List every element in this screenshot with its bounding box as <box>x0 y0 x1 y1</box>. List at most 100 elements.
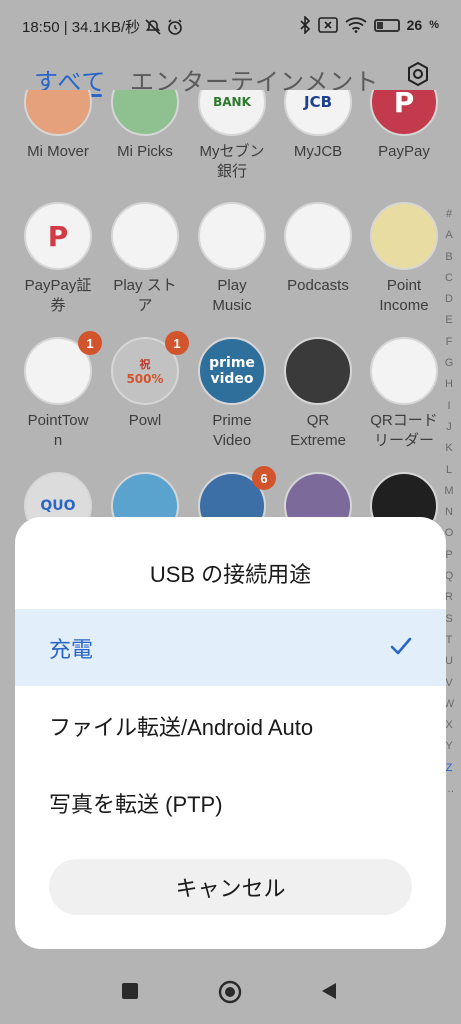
app-icon: JCB <box>284 90 352 136</box>
app-label: Play スト ア <box>113 277 177 314</box>
status-right: 26% <box>299 16 439 34</box>
app-label: Powl <box>128 412 162 429</box>
app-icon <box>370 472 438 520</box>
icon-text: P <box>393 90 415 119</box>
app-item[interactable] <box>101 472 189 520</box>
app-item[interactable]: Mi Picks <box>101 90 189 162</box>
app-item[interactable]: Point Income <box>360 202 440 316</box>
app-icon <box>111 202 179 270</box>
index-letter[interactable]: K <box>440 438 458 459</box>
cancel-button[interactable]: キャンセル <box>49 859 412 915</box>
home-button-icon[interactable] <box>218 980 242 1004</box>
recents-button-icon[interactable] <box>121 982 139 1000</box>
index-letter[interactable]: F <box>440 332 458 353</box>
battery-icon <box>373 18 400 32</box>
dialog-title: USB の接続用途 <box>149 562 312 587</box>
app-icon <box>111 90 179 136</box>
app-item[interactable]: JCB MyJCB <box>274 90 362 162</box>
app-label: MyJCB <box>293 143 343 160</box>
app-grid: Mi Mover Mi Picks BANK Myセブン 銀行 JCB MyJCB P Pay… <box>0 90 440 520</box>
app-label: Myセブン 銀行 <box>199 143 265 180</box>
app-label: QR Extreme <box>290 412 346 449</box>
app-icon: BANK <box>198 90 266 136</box>
app-icon: P <box>24 202 92 270</box>
app-label: PointTow n <box>27 412 89 449</box>
app-icon <box>198 202 266 270</box>
option-file-transfer[interactable]: ファイル転送/Android Auto <box>15 687 446 764</box>
settings-icon[interactable] <box>404 60 432 88</box>
icon-text: video <box>210 371 254 387</box>
index-letter[interactable]: C <box>440 268 458 289</box>
app-icon <box>284 202 352 270</box>
app-label: Prime Video <box>212 412 252 449</box>
app-item[interactable]: Play スト ア <box>101 202 189 316</box>
app-item[interactable]: BANK Myセブン 銀行 <box>188 90 276 182</box>
icon-text: QUO <box>40 498 76 514</box>
index-letter[interactable]: A <box>440 225 458 246</box>
sim-off-icon <box>317 17 338 33</box>
app-icon <box>284 472 352 520</box>
index-letter[interactable]: M <box>440 481 458 502</box>
app-item[interactable]: PointTow n 1 <box>14 331 102 451</box>
app-item[interactable]: P PayPay証 券 <box>14 202 102 316</box>
app-item[interactable] <box>360 472 440 520</box>
app-label: PayPay証 券 <box>24 277 92 314</box>
option-charge-label: 充電 <box>49 636 94 662</box>
percent-sign: % <box>429 19 439 31</box>
notification-badge: 1 <box>78 331 102 355</box>
app-item[interactable]: QUO <box>14 472 102 520</box>
app-icon <box>24 90 92 136</box>
bluetooth-icon <box>300 16 310 34</box>
status-left: 18:50 | 34.1KB/秒 <box>22 16 184 37</box>
status-bar: 18:50 | 34.1KB/秒 26% <box>0 0 461 52</box>
app-icon: P <box>370 90 438 136</box>
app-label: Mi Mover <box>27 143 89 160</box>
app-item[interactable]: QR Extreme <box>274 337 362 451</box>
app-icon: prime video <box>198 337 266 405</box>
notification-badge: 1 <box>165 331 189 355</box>
app-item[interactable]: Podcasts <box>274 202 362 296</box>
app-label: PayPay <box>378 143 430 160</box>
option-photo-transfer[interactable]: 写真を転送 (PTP) <box>15 764 446 841</box>
app-item[interactable]: Mi Mover <box>14 90 102 162</box>
index-letter[interactable]: I <box>440 396 458 417</box>
app-item[interactable] <box>274 472 362 520</box>
app-item[interactable]: Play Music <box>188 202 276 316</box>
index-letter[interactable]: # <box>440 204 458 225</box>
back-button-icon[interactable] <box>320 982 338 1000</box>
index-letter[interactable]: G <box>440 353 458 374</box>
option-charge[interactable]: 充電 <box>15 609 446 686</box>
app-item[interactable]: P PayPay <box>360 90 440 162</box>
app-item[interactable]: 6 <box>188 466 276 520</box>
usb-mode-dialog: USB の接続用途 充電 ファイル転送/Android Auto 写真を転送 (… <box>15 517 446 949</box>
icon-text: prime <box>209 355 255 371</box>
icon-text: 500% <box>126 372 164 386</box>
app-icon <box>111 472 179 520</box>
index-letter[interactable]: N <box>440 502 458 523</box>
notification-badge: 6 <box>252 466 276 490</box>
index-letter[interactable]: D <box>440 289 458 310</box>
index-letter[interactable]: L <box>440 460 458 481</box>
status-time-speed: 18:50 | 34.1KB/秒 <box>22 19 141 36</box>
index-letter[interactable]: B <box>440 247 458 268</box>
index-letter[interactable]: E <box>440 310 458 331</box>
alarm-icon <box>168 18 182 35</box>
icon-text: 祝 <box>139 358 151 371</box>
index-letter[interactable]: H <box>440 374 458 395</box>
app-label: Mi Picks <box>117 143 173 160</box>
check-icon <box>390 637 412 655</box>
mute-icon <box>145 18 161 35</box>
app-item[interactable]: prime video Prime Video <box>188 337 276 451</box>
app-label: Play Music <box>212 277 252 314</box>
app-label: Point Income <box>379 277 429 314</box>
app-label: Podcasts <box>287 277 349 294</box>
option-photo-transfer-label: 写真を転送 (PTP) <box>49 791 223 817</box>
app-icon <box>370 337 438 405</box>
navigation-bar <box>0 960 461 1024</box>
battery-percent: 26 <box>406 17 423 33</box>
app-icon <box>370 202 438 270</box>
app-item[interactable]: QRコード リーダー <box>360 337 440 451</box>
icon-text: BANK <box>213 95 251 109</box>
app-item[interactable]: 祝 500% Powl 1 <box>101 331 189 431</box>
index-letter[interactable]: J <box>440 417 458 438</box>
